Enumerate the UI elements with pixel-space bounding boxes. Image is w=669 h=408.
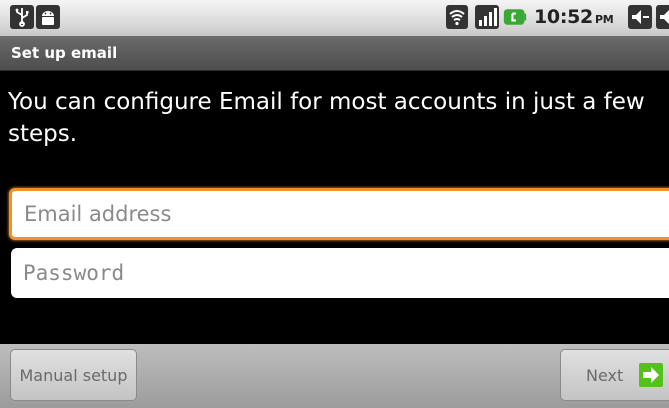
- volume-up-icon[interactable]: [656, 5, 669, 29]
- instructions-text: You can configure Email for most account…: [8, 89, 645, 147]
- wifi-icon: [446, 5, 468, 29]
- arrow-right-icon: [639, 363, 663, 387]
- next-button[interactable]: Next: [560, 349, 669, 401]
- manual-setup-button[interactable]: Manual setup: [10, 349, 137, 401]
- battery-icon: [503, 9, 527, 25]
- clock-time: 10:52: [534, 6, 593, 28]
- status-bar: 10:52 PM: [0, 0, 669, 36]
- title-bar: Set up email: [0, 36, 669, 71]
- clock: 10:52 PM: [534, 6, 614, 28]
- usb-icon: [10, 5, 34, 29]
- clock-suffix: PM: [594, 13, 614, 26]
- signal-icon: [475, 5, 499, 29]
- email-address-field[interactable]: [9, 188, 669, 240]
- next-button-label: Next: [586, 366, 624, 385]
- volume-down-icon[interactable]: [628, 5, 652, 29]
- password-field[interactable]: [11, 248, 669, 298]
- page-title: Set up email: [11, 44, 118, 62]
- button-bar: Manual setup Next: [0, 344, 669, 408]
- android-icon: [36, 5, 60, 29]
